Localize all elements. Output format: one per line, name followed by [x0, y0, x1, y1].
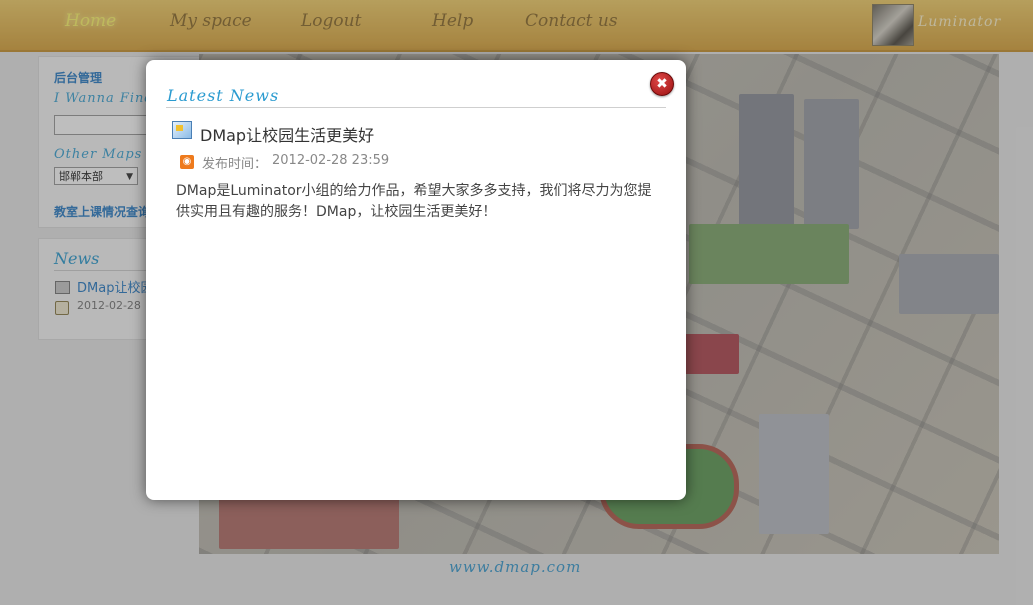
article-body: DMap是Luminator小组的给力作品，希望大家多多支持，我们将尽力为您提供… [176, 183, 652, 220]
close-icon: ✖ [656, 76, 668, 92]
rss-icon: ◉ [180, 155, 194, 169]
modal-title: Latest News [167, 86, 280, 105]
modal-divider [166, 107, 666, 108]
published-label: 发布时间： [202, 157, 268, 172]
picture-icon [172, 121, 192, 139]
article-title[interactable]: DMap让校园生活更美好 [200, 122, 374, 146]
published-time: 2012-02-28 23:59 [272, 153, 390, 168]
latest-news-modal: Latest News ✖ DMap让校园生活更美好 ◉ 发布时间： 2012-… [146, 60, 686, 500]
close-button[interactable]: ✖ [650, 72, 674, 96]
